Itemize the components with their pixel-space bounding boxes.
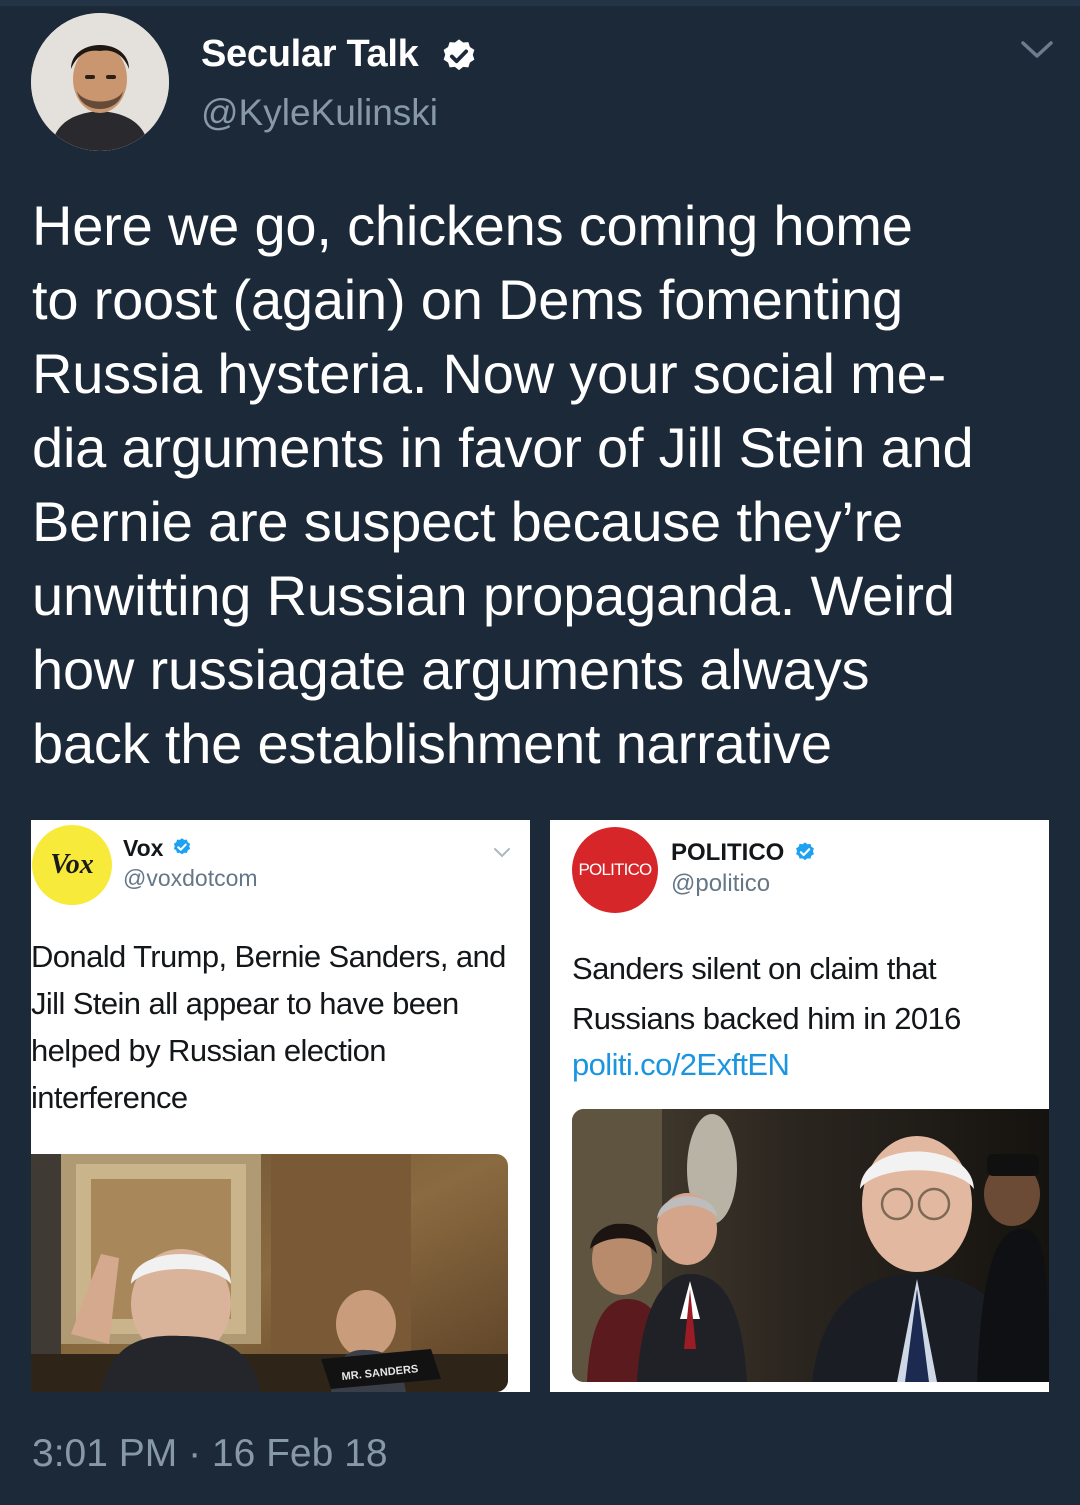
politico-text-line: Sanders silent on claim that (572, 951, 937, 986)
tweet-line: Here we go, chickens coming home (32, 194, 913, 257)
hearing-photo: MR. SANDERS (31, 1154, 508, 1392)
chevron-down-icon[interactable] (493, 846, 511, 858)
tweet-line: dia arguments in favor of Jill Stein and (32, 416, 974, 479)
tweet-line: to roost (again) on Dems fomenting (32, 268, 903, 331)
tweet-line: back the establishment narrative (32, 712, 832, 775)
vox-text-line: interference (31, 1080, 188, 1115)
chevron-down-icon[interactable] (1017, 37, 1057, 63)
vox-name: Vox (123, 835, 164, 861)
sanders-photo (572, 1109, 1049, 1382)
verified-badge-icon (440, 37, 478, 75)
politico-handle: @politico (671, 870, 771, 897)
tweet-line: unwitting Russian propaganda. Weird (32, 564, 955, 627)
author-name[interactable]: Secular Talk (201, 33, 419, 76)
vox-text-line: Donald Trump, Bernie Sanders, and (31, 939, 506, 974)
politico-text-line: Russians backed him in 2016 (572, 1001, 961, 1036)
politico-name: POLITICO (671, 839, 785, 866)
author-handle[interactable]: @KyleKulinski (201, 92, 438, 134)
verified-badge-icon (794, 841, 816, 863)
vox-text-line: Jill Stein all appear to have been (31, 986, 459, 1021)
tweet-text: Here we go, chickens coming home to roos… (32, 189, 1062, 781)
top-divider (0, 0, 1080, 6)
vox-handle: @voxdotcom (123, 865, 258, 891)
tweet-timestamp[interactable]: 3:01 PM · 16 Feb 18 (32, 1432, 388, 1476)
vox-tweet-text: Donald Trump, Bernie Sanders, and Jill S… (31, 933, 506, 1121)
embedded-tweet-politico[interactable]: POLITICO POLITICO @politico Sanders sile… (550, 820, 1049, 1392)
vox-photo-hearing[interactable]: MR. SANDERS (31, 1154, 508, 1392)
politico-article-link[interactable]: politi.co/2ExftEN (572, 1047, 790, 1083)
tweet-line: how russiagate arguments always (32, 638, 870, 701)
embedded-tweet-vox[interactable]: Vox Vox @voxdotcom Donald Trump, Bernie … (31, 820, 530, 1392)
tweet-line: Russia hysteria. Now your social me- (32, 342, 946, 405)
tweet-line: Bernie are suspect because they’re (32, 490, 904, 553)
verified-badge-icon (172, 837, 192, 857)
politico-tweet-text: Sanders silent on claim that Russians ba… (572, 944, 961, 1044)
author-avatar[interactable] (31, 13, 169, 151)
vox-logo: Vox (32, 825, 112, 905)
politico-logo: POLITICO (572, 827, 658, 913)
politico-photo-sanders[interactable] (572, 1109, 1049, 1382)
vox-text-line: helped by Russian election (31, 1033, 387, 1068)
avatar-portrait (31, 13, 169, 151)
